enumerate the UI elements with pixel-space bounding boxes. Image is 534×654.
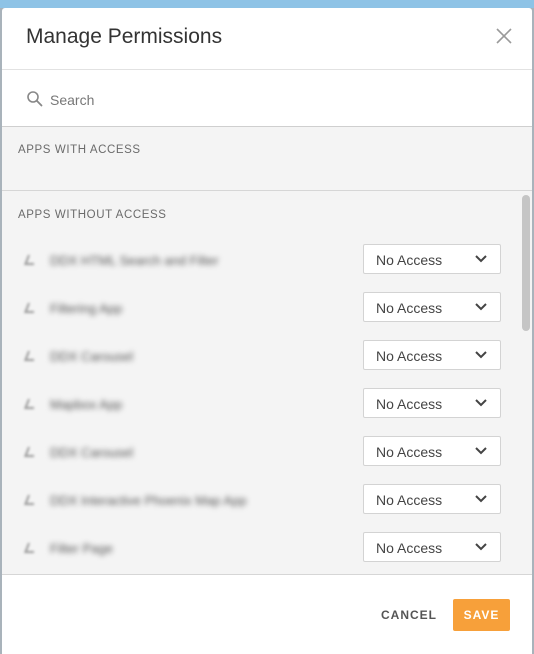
access-level-value: No Access — [376, 444, 443, 460]
apps-with-access-section: APPS WITH ACCESS — [2, 127, 532, 191]
background-top-strip — [0, 0, 534, 8]
access-level-value: No Access — [376, 348, 443, 364]
access-level-value: No Access — [376, 252, 443, 268]
app-icon — [24, 351, 34, 361]
list-item: DDX Carousel No Access — [2, 336, 522, 384]
list-item: DDX HTML Search and Filter No Access — [2, 240, 522, 288]
list-item: DDX Carousel No Access — [2, 432, 522, 480]
access-level-select[interactable]: No Access — [363, 244, 501, 274]
apps-without-access-section: APPS WITHOUT ACCESS DDX HTML Search and … — [2, 191, 532, 575]
cancel-button[interactable]: CANCEL — [374, 599, 444, 631]
app-icon — [24, 255, 34, 265]
apps-without-access-list: DDX HTML Search and Filter No Access Fil… — [2, 240, 522, 574]
app-icon — [24, 543, 34, 553]
chevron-down-icon — [475, 351, 487, 359]
close-button[interactable] — [494, 26, 514, 46]
access-level-select[interactable]: No Access — [363, 532, 501, 562]
app-name: DDX Carousel — [50, 349, 134, 364]
app-icon — [24, 495, 34, 505]
close-icon — [496, 28, 512, 44]
chevron-down-icon — [475, 543, 487, 551]
save-button[interactable]: SAVE — [453, 599, 510, 631]
access-level-value: No Access — [376, 540, 443, 556]
list-item: DDX Interactive Phoenix Map App No Acces… — [2, 480, 522, 528]
access-level-select[interactable]: No Access — [363, 292, 501, 322]
search-icon — [27, 91, 43, 107]
access-level-value: No Access — [376, 396, 443, 412]
scrollbar-thumb[interactable] — [522, 195, 530, 331]
search-input[interactable] — [48, 87, 492, 113]
manage-permissions-dialog: Manage Permissions APPS WITH ACCESS APPS… — [2, 8, 532, 654]
app-name: Filtering App — [50, 301, 123, 316]
app-icon — [24, 447, 34, 457]
chevron-down-icon — [475, 255, 487, 263]
app-name: DDX HTML Search and Filter — [50, 253, 219, 268]
app-name: Filter Page — [50, 541, 113, 556]
chevron-down-icon — [475, 303, 487, 311]
dialog-header: Manage Permissions — [2, 8, 532, 70]
access-level-select[interactable]: No Access — [363, 484, 501, 514]
app-icon — [24, 303, 34, 313]
chevron-down-icon — [475, 399, 487, 407]
access-level-select[interactable]: No Access — [363, 340, 501, 370]
search-bar — [2, 70, 532, 127]
access-level-value: No Access — [376, 492, 443, 508]
apps-with-access-label: APPS WITH ACCESS — [18, 144, 141, 156]
apps-without-access-label: APPS WITHOUT ACCESS — [18, 209, 167, 221]
access-level-value: No Access — [376, 300, 443, 316]
list-item: Mapbox App No Access — [2, 384, 522, 432]
access-level-select[interactable]: No Access — [363, 436, 501, 466]
app-icon — [24, 399, 34, 409]
list-item: Filtering App No Access — [2, 288, 522, 336]
app-name: Mapbox App — [50, 397, 123, 412]
dialog-title: Manage Permissions — [26, 25, 223, 48]
chevron-down-icon — [475, 495, 487, 503]
app-name: DDX Carousel — [50, 445, 134, 460]
dialog-footer: CANCEL SAVE — [2, 575, 532, 654]
list-item: Filter Page No Access — [2, 528, 522, 574]
chevron-down-icon — [475, 447, 487, 455]
access-level-select[interactable]: No Access — [363, 388, 501, 418]
app-name: DDX Interactive Phoenix Map App — [50, 493, 247, 508]
list-scrollbar[interactable] — [522, 195, 530, 571]
